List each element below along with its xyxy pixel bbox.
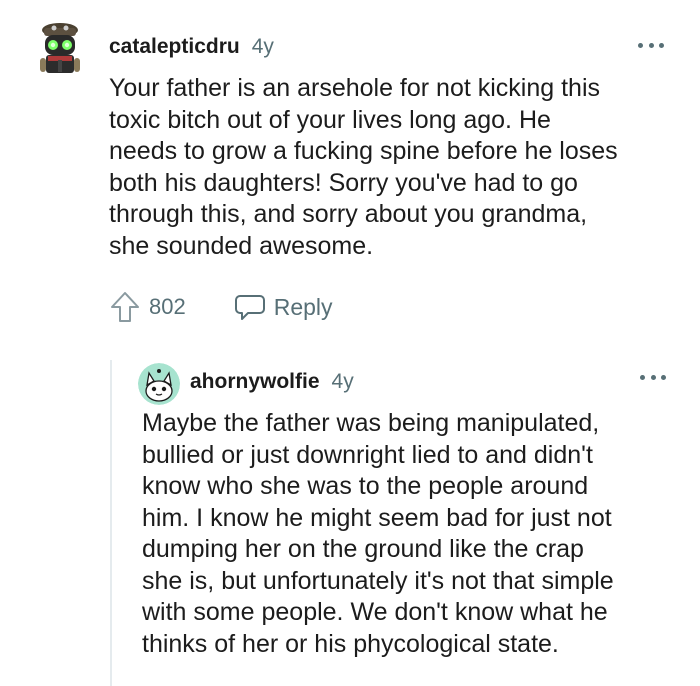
comment-text-line: with some people. We don't know what he <box>142 598 608 626</box>
dot-icon <box>650 374 656 380</box>
username[interactable]: ahornywolfie <box>190 370 320 394</box>
comment-text-line: both his daughters! Sorry you've had to … <box>109 168 578 197</box>
avatar[interactable] <box>36 20 84 76</box>
timestamp: 4y <box>331 370 354 393</box>
comment-actions: 802 Reply <box>109 290 333 324</box>
dot-icon <box>661 374 666 380</box>
comment-text-line: dumping her on the ground like the crap <box>142 535 584 563</box>
comment-text-line: she sounded awesome. <box>109 231 374 260</box>
timestamp: 4y <box>251 35 274 58</box>
comment-text-line: she is, but unfortunately it's not that … <box>142 566 614 595</box>
arrow-up-icon[interactable] <box>109 290 141 324</box>
comment-text-line: thinks of her or his phycological state. <box>142 629 559 658</box>
reply-label: Reply <box>273 293 333 320</box>
username[interactable]: catalepticdru <box>109 35 240 59</box>
comment-text-line: him. I know he might seem bad for just n… <box>142 503 612 532</box>
comment-text-line: know who she was to the people around <box>142 472 589 500</box>
upvote-count: 802 <box>149 294 186 319</box>
comment-text-line: through this, and sorry about you grandm… <box>109 200 588 228</box>
comment-text-line: Maybe the father was being manipulated, <box>142 409 600 437</box>
avatar[interactable] <box>138 363 180 405</box>
dot-icon <box>659 42 664 48</box>
speech-bubble-icon <box>234 295 265 320</box>
comment-text-line: toxic bitch out of your lives long ago. … <box>109 105 551 134</box>
comment-text-line: Your father is an arsehole for not kicki… <box>109 74 601 102</box>
snoo-avatar-icon <box>138 363 180 405</box>
more-options-icon[interactable] <box>638 38 664 52</box>
robot-avatar-icon <box>40 23 80 73</box>
dot-icon <box>640 374 645 380</box>
dot-icon <box>638 42 643 48</box>
comment-text-line: needs to grow a fucking spine before he … <box>109 137 618 165</box>
reply-button[interactable]: Reply <box>234 292 333 322</box>
comment-text-line: bullied or just downright lied to and di… <box>142 440 593 469</box>
more-options-icon[interactable] <box>640 370 666 384</box>
vote-control: 802 <box>109 290 186 324</box>
comment-meta: catalepticdru 4y <box>109 35 274 59</box>
thread-line[interactable] <box>110 360 112 686</box>
comment-body: Your father is an arsehole for not kicki… <box>109 73 689 262</box>
comment-body: Maybe the father was being manipulated, … <box>142 408 697 660</box>
comment-meta: ahornywolfie 4y <box>190 370 354 394</box>
dot-icon <box>648 42 654 48</box>
